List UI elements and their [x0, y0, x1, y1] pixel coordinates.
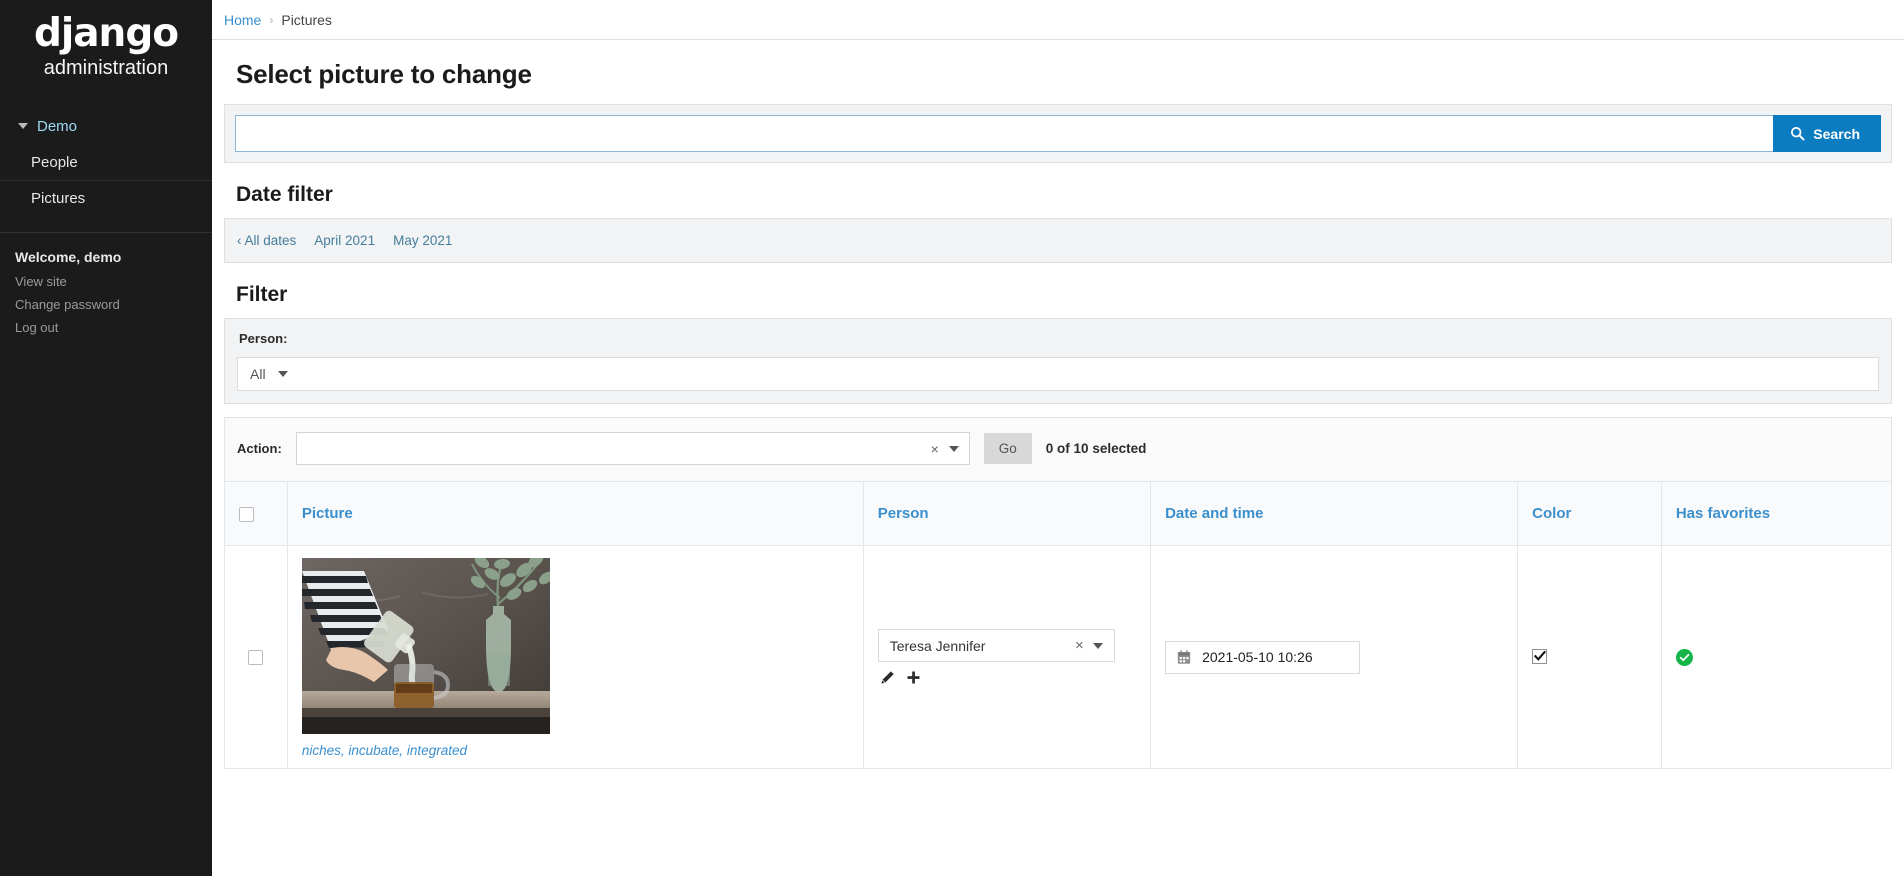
- action-select[interactable]: ×: [295, 432, 970, 465]
- check-icon: [1679, 653, 1690, 661]
- datetime-cell: 2021-05-10 10:26: [1150, 545, 1519, 769]
- picture-caption-link[interactable]: niches, incubate, integrated: [302, 743, 849, 758]
- edit-pencil-icon[interactable]: [880, 670, 895, 685]
- column-header-has-favorites: Has favorites: [1661, 481, 1893, 546]
- brand-subtitle: administration: [43, 56, 169, 79]
- color-checkbox[interactable]: [1532, 648, 1548, 664]
- person-filter-label: Person:: [239, 331, 288, 346]
- table-head: Picture Person Date and time Color Has f: [224, 481, 1893, 546]
- sidebar: django administration Demo People Pictur…: [0, 0, 212, 876]
- success-check-icon: [1675, 648, 1693, 666]
- sort-link-datetime[interactable]: Date and time: [1165, 505, 1263, 522]
- picture-thumbnail[interactable]: [301, 558, 550, 734]
- date-filter-may-2021[interactable]: May 2021: [393, 233, 452, 248]
- content-area: Select picture to change Search Date fil…: [212, 59, 1904, 769]
- admin-page: django administration Demo People Pictur…: [0, 0, 1904, 876]
- go-button[interactable]: Go: [983, 433, 1032, 464]
- nav-module-demo: Demo People Pictures: [0, 114, 212, 216]
- table-body: niches, incubate, integrated Teresa Jenn…: [224, 545, 1893, 769]
- sort-link-has-favorites[interactable]: Has favorites: [1676, 505, 1770, 522]
- color-cell: [1517, 545, 1662, 769]
- add-plus-icon[interactable]: [906, 670, 921, 685]
- close-icon[interactable]: ×: [931, 441, 939, 457]
- select-all-checkbox[interactable]: [239, 506, 254, 522]
- chevron-down-icon: [1092, 642, 1103, 649]
- sidebar-item-pictures[interactable]: Pictures: [0, 181, 212, 216]
- selection-count: 0 of 10 selected: [1045, 441, 1147, 456]
- check-icon: [1533, 650, 1546, 662]
- has-favorites-cell: [1661, 545, 1893, 769]
- brand-block: django administration: [0, 0, 212, 90]
- person-filter-value: All: [250, 366, 266, 382]
- search-button-label: Search: [1813, 125, 1860, 142]
- user-tools: Welcome, demo View site Change password …: [0, 231, 212, 335]
- chevron-down-icon: [277, 371, 288, 377]
- sort-link-person[interactable]: Person: [878, 505, 929, 522]
- chevron-down-icon: [948, 445, 959, 452]
- person-filter-select[interactable]: All: [237, 357, 1879, 391]
- person-row-actions: [878, 670, 1136, 685]
- sidebar-app-demo[interactable]: Demo: [0, 114, 212, 139]
- calendar-icon: [1177, 649, 1191, 664]
- column-header-person: Person: [863, 481, 1152, 546]
- close-icon[interactable]: ×: [1075, 637, 1084, 654]
- person-cell: Teresa Jennifer ×: [863, 545, 1152, 769]
- date-filter-links: ‹ All dates April 2021 May 2021: [237, 231, 1879, 250]
- search-input[interactable]: [235, 115, 1774, 152]
- row-select-checkbox[interactable]: [248, 650, 264, 666]
- sort-link-picture[interactable]: Picture: [302, 505, 353, 522]
- column-header-color: Color: [1517, 481, 1662, 546]
- action-bar: Action: × Go 0 of 10 selected: [224, 417, 1892, 481]
- sidebar-links: People Pictures: [0, 145, 212, 216]
- main-content: Home › Pictures Select picture to change…: [212, 0, 1904, 876]
- picture-wrap: niches, incubate, integrated: [301, 556, 849, 758]
- person-value: Teresa Jennifer: [889, 637, 986, 654]
- django-logo: django: [33, 11, 179, 56]
- table-row: niches, incubate, integrated Teresa Jenn…: [224, 545, 1893, 769]
- search-panel: Search: [224, 104, 1892, 163]
- search-icon: [1791, 126, 1805, 141]
- column-header-datetime: Date and time: [1150, 481, 1519, 546]
- date-filter-panel: ‹ All dates April 2021 May 2021: [224, 218, 1892, 263]
- view-site-link[interactable]: View site: [15, 274, 212, 289]
- picture-thumbnail-image: [301, 558, 550, 734]
- change-password-link[interactable]: Change password: [15, 297, 212, 312]
- sort-link-color[interactable]: Color: [1532, 505, 1571, 522]
- datetime-value: 2021-05-10 10:26: [1202, 649, 1313, 665]
- search-button[interactable]: Search: [1773, 115, 1881, 152]
- date-filter-all-dates[interactable]: ‹ All dates: [237, 233, 296, 248]
- breadcrumb-current: Pictures: [281, 11, 332, 28]
- breadcrumb: Home › Pictures: [212, 0, 1904, 40]
- chevron-right-icon: ›: [269, 12, 274, 27]
- page-title: Select picture to change: [236, 59, 532, 89]
- results-table: Picture Person Date and time Color Has f: [224, 481, 1893, 769]
- picture-cell: niches, incubate, integrated: [287, 545, 864, 769]
- logout-link[interactable]: Log out: [15, 320, 212, 335]
- sidebar-app-label: Demo: [37, 117, 78, 135]
- select-all-header: [224, 481, 288, 546]
- breadcrumb-home[interactable]: Home: [224, 12, 261, 28]
- sidebar-item-people[interactable]: People: [0, 145, 212, 181]
- search-row: Search: [235, 115, 1881, 152]
- person-filter-panel: Person: All: [224, 318, 1892, 404]
- date-filter-title: Date filter: [236, 183, 333, 206]
- column-header-picture: Picture: [287, 481, 864, 546]
- table-header-row: Picture Person Date and time Color Has f: [224, 481, 1893, 546]
- row-select-cell: [224, 545, 288, 769]
- person-select[interactable]: Teresa Jennifer ×: [877, 629, 1115, 662]
- date-filter-april-2021[interactable]: April 2021: [314, 233, 375, 248]
- datetime-field[interactable]: 2021-05-10 10:26: [1165, 640, 1361, 674]
- chevron-down-icon: [18, 123, 28, 130]
- welcome-message: Welcome, demo: [15, 248, 122, 265]
- filter-title: Filter: [236, 283, 288, 306]
- action-label: Action:: [237, 441, 282, 456]
